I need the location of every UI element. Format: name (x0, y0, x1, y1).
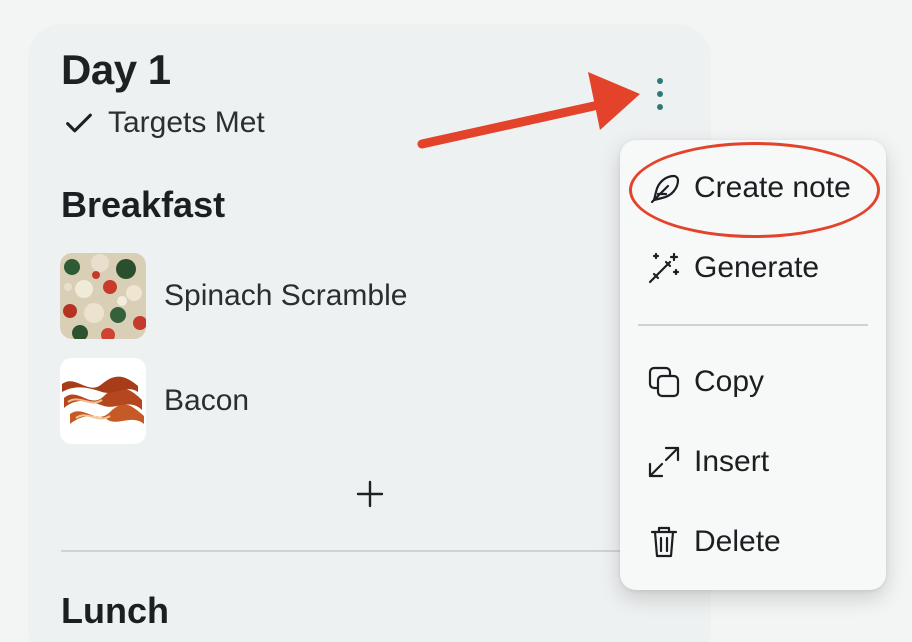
menu-item-label: Insert (694, 445, 770, 478)
context-menu: Create note Generate Copy Insert Delete (620, 140, 886, 590)
kebab-dot (657, 78, 663, 84)
section-title-breakfast: Breakfast (61, 184, 226, 225)
section-title-lunch: Lunch (61, 590, 169, 631)
magic-wand-icon (648, 252, 680, 284)
menu-item-insert[interactable]: Insert (644, 442, 769, 482)
spinach-scramble-image (60, 253, 146, 339)
section-divider (61, 550, 641, 552)
menu-item-label: Create note (694, 171, 851, 204)
bacon-image (60, 358, 146, 444)
kebab-dot (657, 104, 663, 110)
add-food-button[interactable] (352, 476, 388, 512)
expand-arrows-icon (648, 446, 680, 478)
menu-item-generate[interactable]: Generate (644, 248, 819, 288)
targets-status: Targets Met (62, 106, 265, 140)
copy-icon (648, 366, 680, 398)
menu-item-label: Copy (694, 365, 765, 398)
targets-status-label: Targets Met (108, 106, 265, 139)
menu-item-label: Delete (694, 525, 781, 558)
meal-item[interactable]: Spinach Scramble (60, 253, 407, 339)
menu-item-label: Generate (694, 251, 820, 284)
checkmark-icon (66, 113, 92, 133)
menu-divider (638, 324, 868, 326)
day-title: Day 1 (61, 46, 171, 93)
more-options-button[interactable] (646, 74, 674, 114)
menu-item-delete[interactable]: Delete (644, 522, 781, 562)
meal-item-name: Spinach Scramble (164, 279, 408, 312)
meal-item-name: Bacon (164, 384, 250, 417)
trash-icon (650, 526, 678, 558)
menu-item-copy[interactable]: Copy (644, 362, 764, 402)
menu-item-create-note[interactable]: Create note (644, 168, 851, 208)
kebab-dot (657, 91, 663, 97)
meal-item[interactable]: Bacon (60, 358, 249, 444)
feather-icon (650, 174, 680, 204)
